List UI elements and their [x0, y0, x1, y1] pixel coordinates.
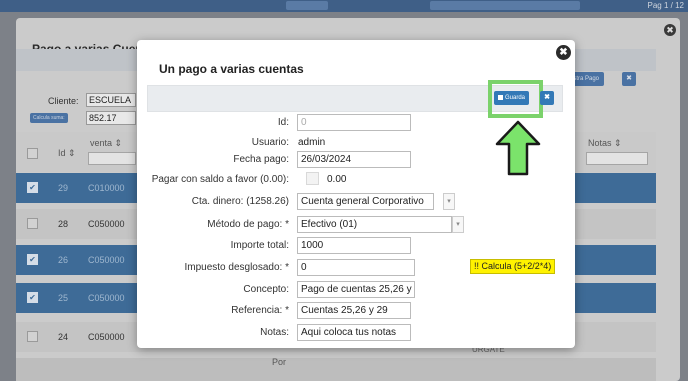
cancel-button[interactable]: ✖ — [540, 91, 554, 105]
row-venta: C050000 — [88, 332, 125, 342]
table-row-partial — [16, 358, 656, 381]
impuesto-field[interactable]: 0 — [297, 259, 415, 276]
row-checkbox[interactable] — [27, 218, 38, 229]
referencia-label: Referencia: * — [231, 305, 289, 316]
row-venta: C050000 — [88, 293, 125, 303]
top-app-bar: Pag 1 / 12 — [0, 0, 688, 12]
saldo-value: 0.00 — [327, 174, 347, 185]
row-venta: C050000 — [88, 219, 125, 229]
notas-field[interactable]: Aqui coloca tus notas — [297, 324, 411, 341]
cta-select[interactable]: Cuenta general Corporativo — [297, 193, 434, 210]
usuario-label: Usuario: — [251, 137, 289, 148]
cta-label: Cta. dinero: (1258.26) — [191, 196, 289, 207]
referencia-field[interactable]: Cuentas 25,26 y 29 — [297, 302, 411, 319]
row-id: 25 — [58, 293, 69, 303]
row-checkbox[interactable]: ✔ — [27, 292, 38, 303]
modal-title: Un pago a varias cuentas — [159, 62, 304, 76]
calc-sum-button[interactable]: Calcula suma: — [30, 113, 68, 123]
close-icon[interactable]: ✖ — [556, 45, 571, 60]
fecha-label: Fecha pago: — [233, 154, 289, 165]
concepto-field[interactable]: Pago de cuentas 25,26 y — [297, 281, 415, 298]
saldo-label: Pagar con saldo a favor (0.00): — [151, 174, 289, 185]
column-header-venta[interactable]: venta ⇕ — [90, 138, 122, 149]
id-field: 0 — [297, 114, 411, 131]
metodo-dropdown-icon[interactable]: ▾ — [452, 216, 464, 233]
venta-filter-input[interactable] — [88, 152, 136, 165]
background-cancel-button[interactable]: ✖ — [622, 72, 636, 86]
importe-field[interactable]: 1000 — [297, 237, 411, 254]
sum-field: 852.17 — [86, 111, 136, 125]
por-text: Por — [272, 357, 287, 367]
calcula-button[interactable]: !! Calcula (5+2/2*4) — [470, 259, 556, 274]
row-id: 24 — [58, 332, 69, 342]
save-button[interactable]: Guarda — [494, 91, 530, 105]
id-label: Id: — [277, 117, 289, 128]
row-venta: C050000 — [88, 255, 125, 265]
select-all-checkbox[interactable] — [27, 148, 38, 159]
save-icon — [498, 94, 503, 100]
cta-dropdown-icon[interactable]: ▾ — [443, 193, 455, 210]
row-checkbox[interactable]: ✔ — [27, 254, 38, 265]
row-venta: C010000 — [88, 183, 125, 193]
metodo-select[interactable]: Efectivo (01) — [297, 216, 452, 233]
topbar-button[interactable] — [286, 1, 328, 10]
notas-label: Notas: — [260, 327, 289, 338]
row-id: 28 — [58, 219, 69, 229]
topbar-filter-bar[interactable] — [430, 1, 580, 10]
importe-label: Importe total: — [230, 240, 289, 251]
row-checkbox[interactable]: ✔ — [27, 182, 38, 193]
usuario-value: admin — [298, 137, 326, 148]
cliente-field[interactable]: ESCUELA — [86, 93, 136, 107]
row-id: 29 — [58, 183, 69, 193]
fecha-field[interactable]: 26/03/2024 — [297, 151, 411, 168]
column-header-id[interactable]: Id ⇕ — [58, 148, 76, 159]
background-close-icon[interactable]: ✖ — [664, 24, 676, 36]
saldo-checkbox[interactable] — [306, 172, 319, 185]
metodo-label: Método de pago: * — [207, 219, 289, 230]
row-checkbox[interactable] — [27, 331, 38, 342]
payment-modal: Un pago a varias cuentas ✖ Guarda ✖ Id: … — [137, 40, 575, 348]
pagination-label: Pag 1 / 12 — [647, 1, 684, 10]
cliente-label: Cliente: — [48, 96, 79, 106]
notas-filter-input[interactable] — [586, 152, 648, 165]
impuesto-label: Impuesto desglosado: * — [184, 262, 289, 273]
column-header-notas[interactable]: Notas ⇕ — [588, 138, 622, 149]
concepto-label: Concepto: — [243, 284, 289, 295]
save-button-label: Guarda — [505, 95, 526, 101]
row-id: 26 — [58, 255, 69, 265]
arrow-up-icon — [495, 120, 541, 176]
